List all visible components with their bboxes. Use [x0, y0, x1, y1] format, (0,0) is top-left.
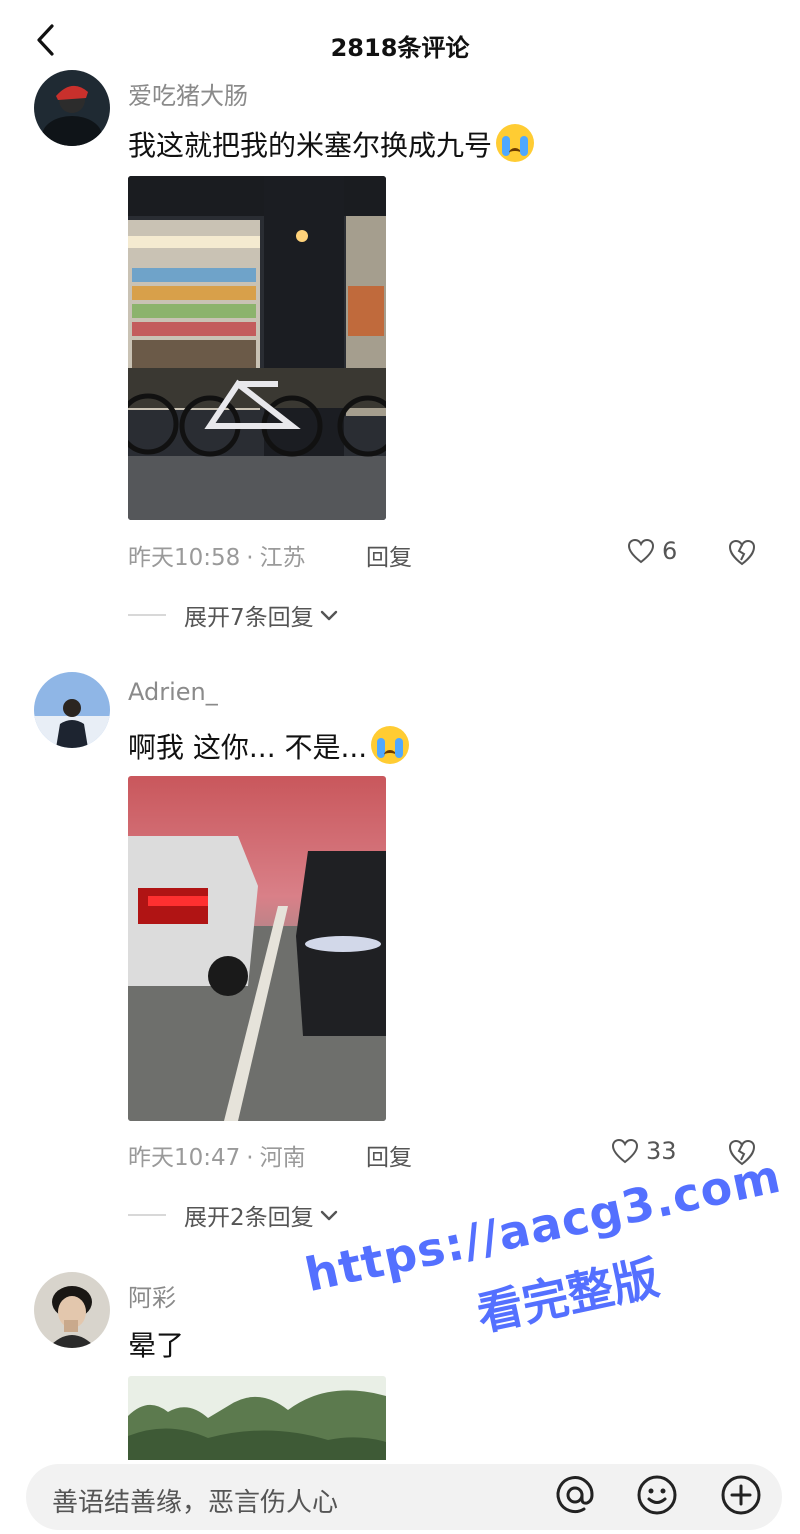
divider-line: [128, 1214, 166, 1216]
comment-text: 晕了: [128, 1329, 185, 1362]
page-title: 2818条评论: [330, 34, 470, 62]
comment-input-bar: 善语结善缘，恶言伤人心: [0, 1460, 800, 1534]
comment-time: 昨天10:58: [128, 545, 241, 571]
avatar[interactable]: [34, 70, 110, 146]
comment-text-body: 啊我 这你... 不是...: [128, 731, 368, 764]
emoji-icon[interactable]: [636, 1474, 678, 1516]
reply-button[interactable]: 回复: [366, 538, 412, 572]
comment-image[interactable]: [128, 776, 386, 1121]
reply-button[interactable]: 回复: [366, 1138, 412, 1172]
comment-text: 啊我 这你... 不是...: [128, 726, 410, 766]
broken-heart-icon[interactable]: [726, 536, 758, 568]
comment-image[interactable]: [128, 176, 386, 520]
comment-location: 河南: [259, 1145, 306, 1171]
like-count: 6: [662, 537, 678, 565]
add-icon[interactable]: [720, 1474, 762, 1516]
crying-face-icon: [371, 726, 410, 764]
heart-icon: [627, 538, 655, 564]
comment-meta: 昨天10:58 · 江苏: [128, 538, 306, 572]
comment-time: 昨天10:47: [128, 1145, 241, 1171]
meta-separator: ·: [246, 1145, 254, 1171]
avatar[interactable]: [34, 672, 110, 748]
comment-input-placeholder: 善语结善缘，恶言伤人心: [52, 1488, 339, 1518]
expand-label: 展开7条回复: [184, 605, 314, 631]
comment-text: 我这就把我的米塞尔换成九号: [128, 124, 535, 164]
expand-replies-button[interactable]: 展开7条回复: [128, 598, 340, 632]
comment-text-body: 我这就把我的米塞尔换成九号: [128, 129, 493, 162]
chevron-down-icon: [320, 610, 337, 621]
header: 2818条评论: [0, 0, 800, 84]
comment-meta: 昨天10:47 · 河南: [128, 1138, 306, 1172]
crying-face-icon: [496, 124, 535, 162]
like-button[interactable]: 6: [626, 536, 677, 566]
divider-line: [128, 614, 166, 616]
username[interactable]: 爱吃猪大肠: [128, 76, 248, 111]
username[interactable]: 阿彩: [128, 1278, 176, 1313]
username[interactable]: Adrien_: [128, 678, 218, 706]
watermark: https://aacg3.com 看完整版: [284, 1122, 795, 1417]
meta-separator: ·: [246, 545, 254, 571]
at-mention-icon[interactable]: [554, 1474, 596, 1516]
comment-location: 江苏: [259, 545, 306, 571]
avatar[interactable]: [34, 1272, 110, 1348]
